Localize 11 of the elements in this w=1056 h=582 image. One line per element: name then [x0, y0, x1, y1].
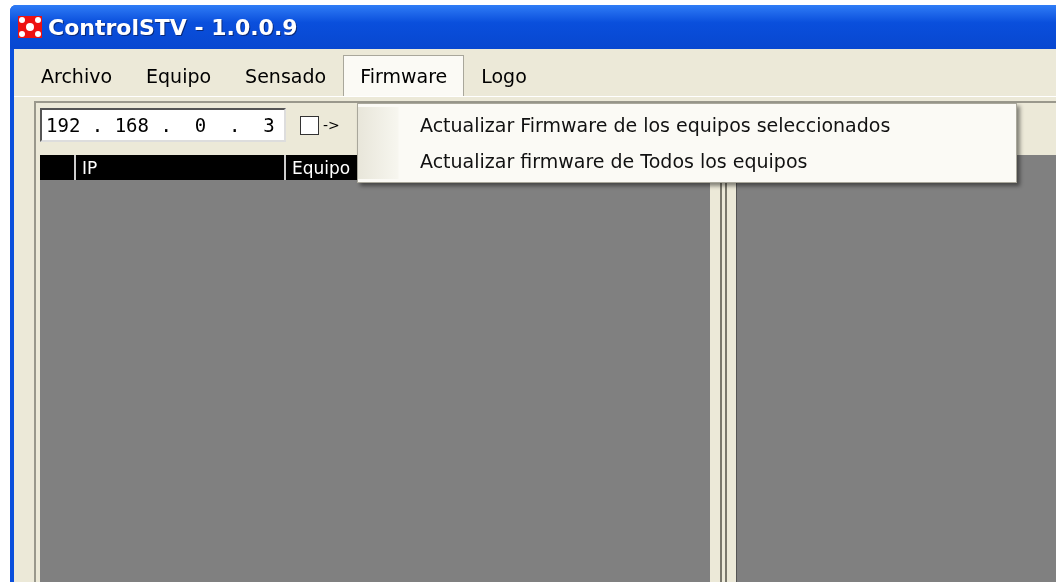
arrow-label: ->: [323, 117, 340, 133]
app-logo-icon: [18, 16, 42, 38]
menu-item[interactable]: Archivo: [24, 55, 130, 96]
window-title: ControlSTV - 1.0.0.9: [48, 14, 298, 40]
ip-address-field[interactable]: 192 . 168 . 0 . 3: [40, 108, 286, 142]
column-header[interactable]: IP: [74, 155, 284, 180]
checkbox[interactable]: [300, 115, 319, 135]
menu-item[interactable]: Equipo: [129, 55, 229, 96]
menu-item[interactable]: Sensado: [228, 55, 344, 96]
menu-item[interactable]: Logo: [464, 55, 544, 96]
menu-item[interactable]: Firmware: [343, 55, 465, 96]
